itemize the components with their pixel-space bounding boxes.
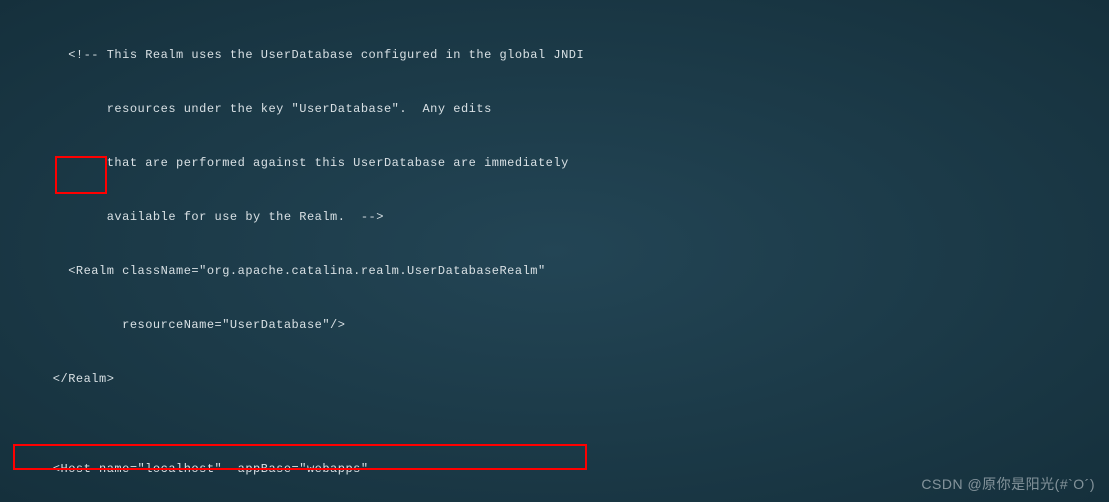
- code-editor: <!-- This Realm uses the UserDatabase co…: [0, 0, 1109, 502]
- code-line: resourceName="UserDatabase"/>: [0, 316, 1109, 334]
- code-line: available for use by the Realm. -->: [0, 208, 1109, 226]
- code-line: <!-- This Realm uses the UserDatabase co…: [0, 46, 1109, 64]
- code-line: </Realm>: [0, 370, 1109, 388]
- code-line: resources under the key "UserDatabase". …: [0, 100, 1109, 118]
- code-line: that are performed against this UserData…: [0, 154, 1109, 172]
- watermark: CSDN @原你是阳光(#`O´): [921, 474, 1095, 494]
- code-line: <Realm className="org.apache.catalina.re…: [0, 262, 1109, 280]
